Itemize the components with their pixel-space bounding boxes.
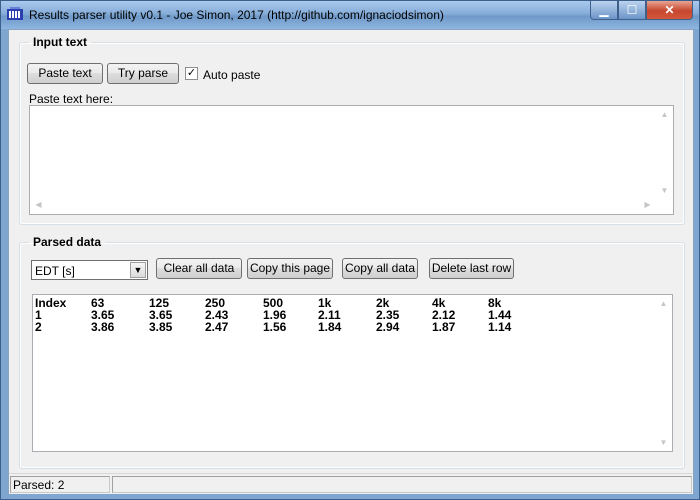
auto-paste-checkbox[interactable]: ✓ <box>185 67 198 80</box>
app-window: Results parser utility v0.1 - Joe Simon,… <box>0 0 700 500</box>
copy-this-page-button[interactable]: Copy this page <box>247 258 333 279</box>
scroll-down-icon[interactable]: ▼ <box>655 438 672 447</box>
table-cell: 1.84 <box>318 320 342 334</box>
table-cell: 2.47 <box>205 320 229 334</box>
table-cell: 1.56 <box>263 320 287 334</box>
parsed-data-table: Index 63 125 250 500 1k 2k 4k 8k 1 3.65 … <box>35 297 544 333</box>
scroll-up-icon[interactable]: ▲ <box>655 299 672 308</box>
client-area: Input text Paste text Try parse ✓ Auto p… <box>8 29 694 494</box>
column-header: Index <box>35 296 67 310</box>
delete-last-row-button[interactable]: Delete last row <box>429 258 514 279</box>
parsed-data-grid[interactable]: Index 63 125 250 500 1k 2k 4k 8k 1 3.65 … <box>32 294 673 452</box>
minimize-icon: ▁ <box>599 3 609 17</box>
input-vertical-scrollbar[interactable]: ▲ ▼ <box>656 106 673 214</box>
auto-paste-label: Auto paste <box>203 68 261 82</box>
checkmark-icon: ✓ <box>186 67 197 79</box>
status-pane-empty <box>112 476 692 493</box>
table-cell: 2.94 <box>376 320 400 334</box>
dropdown-arrow-icon[interactable]: ▼ <box>130 262 146 278</box>
maximize-button[interactable]: ☐ <box>618 1 646 20</box>
title-bar[interactable]: Results parser utility v0.1 - Joe Simon,… <box>1 1 699 29</box>
status-text: Parsed: 2 <box>13 478 65 492</box>
table-cell: 2 <box>35 320 42 334</box>
window-title: Results parser utility v0.1 - Joe Simon,… <box>29 8 444 22</box>
maximize-icon: ☐ <box>626 3 638 17</box>
table-row: 2 3.86 3.85 2.47 1.56 1.84 2.94 1.87 1.1… <box>35 321 544 333</box>
status-pane-parsed: Parsed: 2 <box>10 476 110 493</box>
table-cell: 1.14 <box>488 320 512 334</box>
minimize-button[interactable]: ▁ <box>590 1 618 20</box>
status-bar: Parsed: 2 <box>9 473 693 494</box>
table-cell: 1.87 <box>432 320 456 334</box>
input-text-legend: Input text <box>33 35 87 49</box>
input-horizontal-scrollbar[interactable]: ◀ ▶ <box>30 197 656 214</box>
scroll-up-icon[interactable]: ▲ <box>656 110 673 119</box>
table-cell: 3.85 <box>149 320 173 334</box>
paste-text-area[interactable]: ▲ ▼ ◀ ▶ <box>29 105 674 215</box>
app-icon <box>7 7 23 20</box>
parameter-select-value: EDT [s] <box>35 264 75 278</box>
scroll-left-icon[interactable]: ◀ <box>30 200 47 209</box>
close-button[interactable]: ✕ <box>646 1 693 20</box>
try-parse-button[interactable]: Try parse <box>107 63 179 84</box>
grid-vertical-scrollbar[interactable]: ▲ ▼ <box>655 295 672 451</box>
parameter-select[interactable]: EDT [s] ▼ <box>31 260 148 280</box>
copy-all-data-button[interactable]: Copy all data <box>342 258 418 279</box>
scroll-down-icon[interactable]: ▼ <box>656 186 673 195</box>
parsed-data-legend: Parsed data <box>33 235 102 249</box>
paste-text-button[interactable]: Paste text <box>27 63 103 84</box>
scroll-right-icon[interactable]: ▶ <box>639 200 656 209</box>
textarea-label: Paste text here: <box>29 92 114 106</box>
table-cell: 3.86 <box>91 320 115 334</box>
close-icon: ✕ <box>664 3 675 17</box>
clear-all-data-button[interactable]: Clear all data <box>156 258 242 279</box>
table-cell: 1 <box>35 308 42 322</box>
